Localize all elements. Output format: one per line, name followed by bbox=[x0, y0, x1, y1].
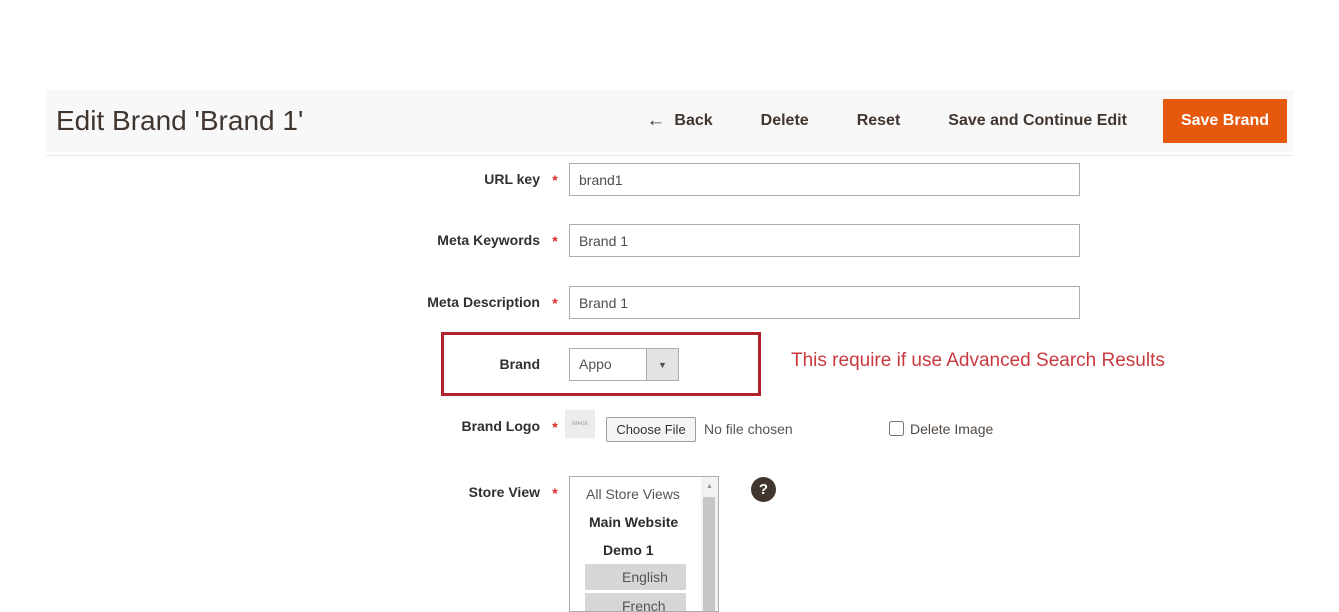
meta-keywords-input[interactable] bbox=[569, 224, 1080, 257]
store-view-option-all-store-views[interactable]: All Store Views bbox=[570, 480, 718, 508]
delete-image-checkbox[interactable] bbox=[889, 421, 904, 436]
store-view-option-french-selected[interactable]: French bbox=[585, 593, 686, 612]
store-view-scrollbar[interactable]: ▲ bbox=[701, 477, 718, 611]
store-view-multiselect[interactable]: All Store Views Main Website Demo 1 Engl… bbox=[569, 476, 719, 612]
page-title: Edit Brand 'Brand 1' bbox=[56, 105, 303, 137]
meta-description-input[interactable] bbox=[569, 286, 1080, 319]
brand-select-value: Appo bbox=[570, 349, 646, 380]
brand-annotation-text: This require if use Advanced Search Resu… bbox=[791, 350, 1165, 372]
edit-brand-page: Edit Brand 'Brand 1' ← Back Delete Reset… bbox=[0, 0, 1339, 612]
header-divider bbox=[46, 155, 1293, 156]
scroll-up-icon[interactable]: ▲ bbox=[701, 477, 718, 495]
back-button[interactable]: ← Back bbox=[646, 99, 736, 143]
help-icon[interactable]: ? bbox=[751, 477, 776, 502]
store-view-label: Store View bbox=[46, 476, 540, 509]
save-brand-button[interactable]: Save Brand bbox=[1163, 99, 1287, 143]
reset-button[interactable]: Reset bbox=[833, 99, 925, 143]
brand-logo-label: Brand Logo bbox=[46, 410, 540, 443]
store-view-option-english-selected[interactable]: English bbox=[585, 564, 686, 590]
brand-label: Brand bbox=[46, 348, 540, 381]
meta-keywords-label: Meta Keywords bbox=[46, 224, 540, 257]
choose-file-button[interactable]: Choose File bbox=[606, 417, 696, 442]
brand-select-arrow-button[interactable]: ▼ bbox=[646, 349, 678, 380]
meta-keywords-required-mark: * bbox=[548, 224, 562, 259]
brand-select[interactable]: Appo ▼ bbox=[569, 348, 679, 381]
meta-description-required-mark: * bbox=[548, 286, 562, 321]
file-status-text: No file chosen bbox=[704, 417, 793, 442]
back-button-label: Back bbox=[674, 99, 712, 143]
delete-image-label: Delete Image bbox=[910, 417, 993, 441]
back-arrow-icon: ← bbox=[646, 99, 665, 143]
delete-button[interactable]: Delete bbox=[737, 99, 833, 143]
brand-logo-required-mark: * bbox=[548, 410, 562, 445]
url-key-label: URL key bbox=[46, 163, 540, 196]
broken-image-icon: IMAGE bbox=[565, 410, 595, 438]
meta-description-label: Meta Description bbox=[46, 286, 540, 319]
store-view-option-main-website[interactable]: Main Website bbox=[570, 508, 718, 536]
header-actions: ← Back Delete Reset Save and Continue Ed… bbox=[646, 99, 1293, 143]
scrollbar-thumb[interactable] bbox=[703, 497, 715, 611]
page-header: Edit Brand 'Brand 1' ← Back Delete Reset… bbox=[46, 90, 1293, 152]
store-view-option-demo-1[interactable]: Demo 1 bbox=[570, 536, 718, 564]
chevron-down-icon: ▼ bbox=[658, 360, 667, 370]
url-key-required-mark: * bbox=[548, 163, 562, 198]
help-glyph: ? bbox=[759, 481, 768, 498]
store-view-required-mark: * bbox=[548, 476, 562, 511]
store-view-options: All Store Views Main Website Demo 1 Engl… bbox=[570, 477, 718, 612]
save-and-continue-button[interactable]: Save and Continue Edit bbox=[924, 99, 1151, 143]
url-key-input[interactable] bbox=[569, 163, 1080, 196]
